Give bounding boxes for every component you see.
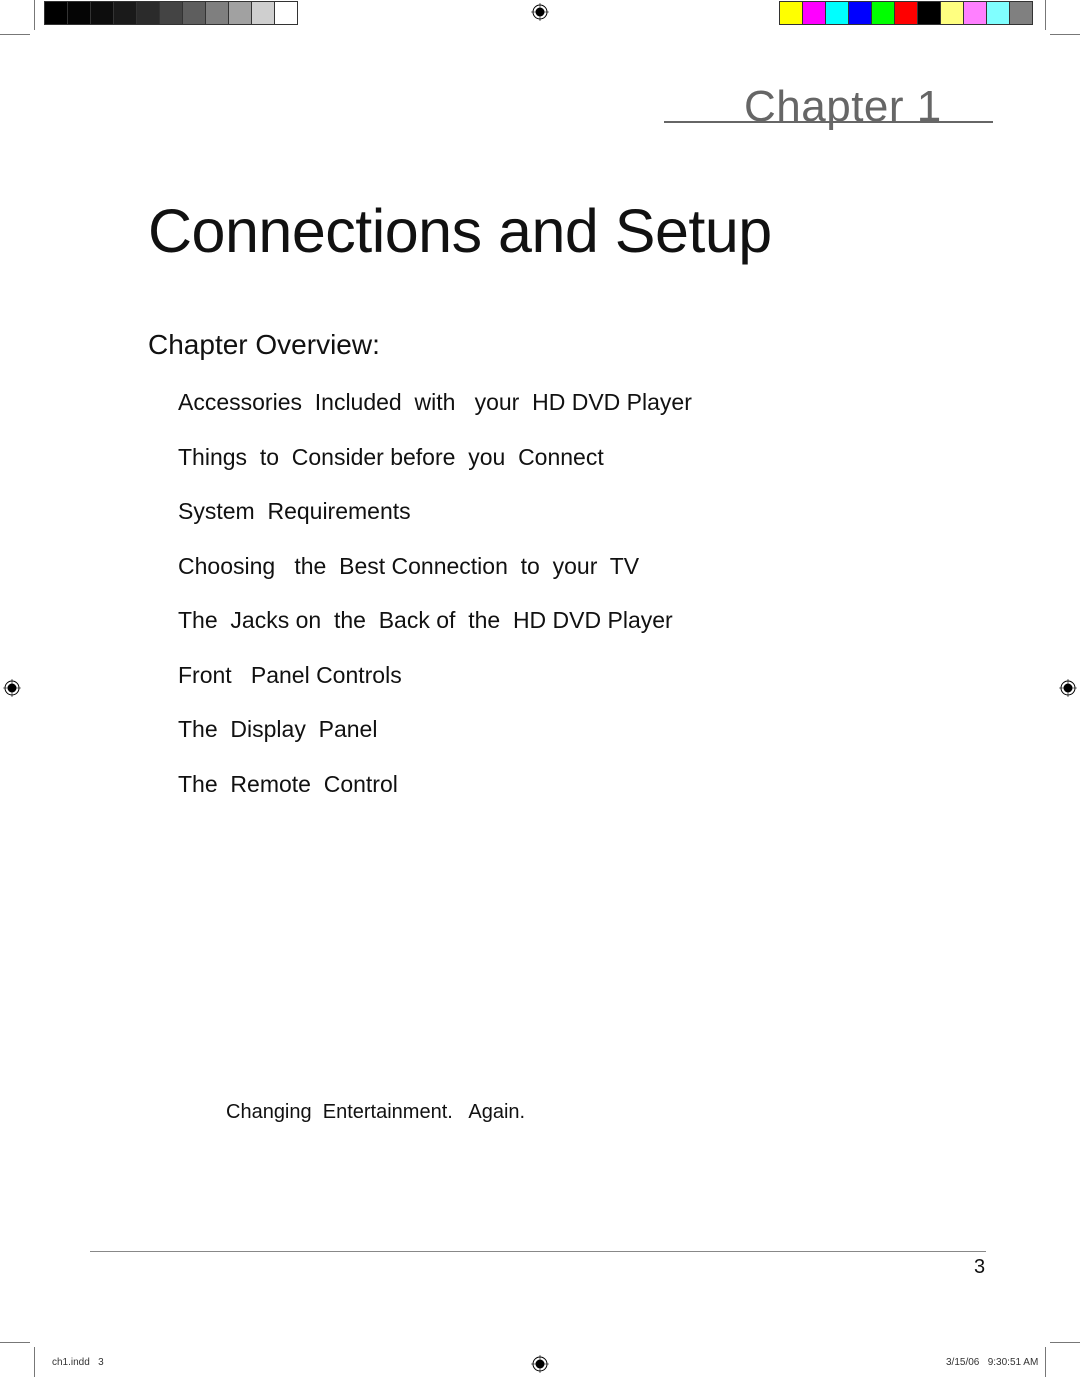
overview-item: Front Panel Controls bbox=[178, 661, 402, 688]
tagline: Changing Entertainment. Again. bbox=[226, 1101, 526, 1123]
slug-timestamp: 3/15/06 9:30:51 AM bbox=[946, 1357, 1039, 1368]
color-swatch bbox=[252, 2, 274, 24]
crop-mark bbox=[1050, 1342, 1080, 1343]
color-swatch bbox=[91, 2, 113, 24]
overview-item: Choosing the Best Connection to your TV bbox=[178, 552, 640, 579]
color-swatch bbox=[68, 2, 90, 24]
overview-item: System Requirements bbox=[178, 498, 411, 524]
crosshair-target-icon bbox=[1059, 679, 1077, 697]
overview-item: The Display Panel bbox=[178, 716, 378, 742]
crop-mark bbox=[0, 34, 30, 35]
chapter-label: Chapter 1 bbox=[744, 82, 942, 131]
crop-mark bbox=[0, 1342, 30, 1343]
process-color-bar bbox=[779, 1, 1033, 25]
crop-mark bbox=[1050, 34, 1080, 35]
color-swatch bbox=[114, 2, 136, 24]
color-swatch bbox=[964, 2, 986, 24]
color-swatch bbox=[137, 2, 159, 24]
grayscale-color-bar bbox=[44, 1, 298, 25]
overview-heading: Chapter Overview: bbox=[148, 329, 380, 360]
crop-mark bbox=[1045, 1347, 1046, 1377]
overview-item: Things to Consider before you Connect bbox=[178, 443, 604, 470]
page-number: 3 bbox=[974, 1256, 986, 1278]
color-swatch bbox=[872, 2, 894, 24]
color-swatch bbox=[895, 2, 917, 24]
color-swatch bbox=[183, 2, 205, 24]
color-swatch bbox=[941, 2, 963, 24]
color-swatch bbox=[275, 2, 297, 24]
crosshair-target-icon bbox=[531, 3, 549, 21]
footer-rule bbox=[90, 1251, 986, 1252]
color-swatch bbox=[849, 2, 871, 24]
overview-item: The Remote Control bbox=[178, 770, 398, 797]
overview-item: The Jacks on the Back of the HD DVD Play… bbox=[178, 607, 673, 633]
color-swatch bbox=[987, 2, 1009, 24]
color-swatch bbox=[229, 2, 251, 24]
color-swatch bbox=[780, 2, 802, 24]
overview-list: Accessories Included with your HD DVD Pl… bbox=[178, 388, 692, 824]
color-swatch bbox=[918, 2, 940, 24]
color-swatch bbox=[206, 2, 228, 24]
overview-item: Accessories Included with your HD DVD Pl… bbox=[178, 389, 692, 415]
color-swatch bbox=[1010, 2, 1032, 24]
crosshair-target-icon bbox=[3, 679, 21, 697]
slug-file: ch1.indd 3 bbox=[52, 1357, 104, 1368]
page-title: Connections and Setup bbox=[148, 197, 772, 265]
color-swatch bbox=[803, 2, 825, 24]
color-swatch bbox=[160, 2, 182, 24]
crop-mark bbox=[34, 0, 35, 30]
color-swatch bbox=[826, 2, 848, 24]
crosshair-target-icon bbox=[531, 1355, 549, 1373]
color-swatch bbox=[45, 2, 67, 24]
crop-mark bbox=[34, 1347, 35, 1377]
crop-mark bbox=[1045, 0, 1046, 30]
